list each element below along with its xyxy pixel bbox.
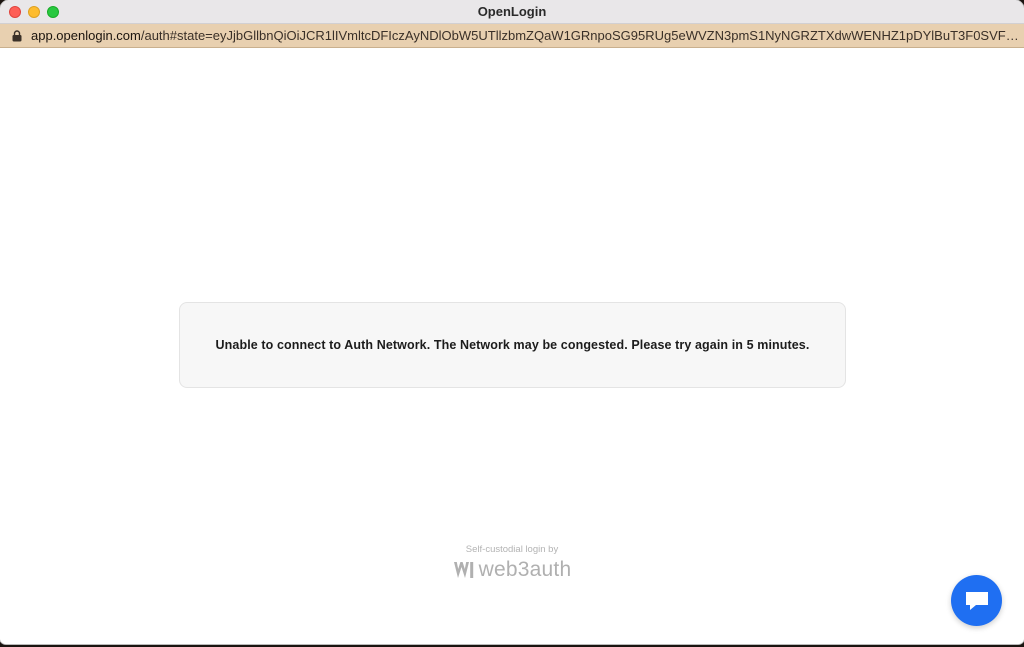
web3auth-logo-icon (453, 562, 473, 578)
browser-window: OpenLogin app.openlogin.com/auth#state=e… (0, 0, 1024, 644)
url-host: app.openlogin.com (31, 28, 141, 43)
page-content: Unable to connect to Auth Network. The N… (0, 48, 1024, 644)
web3auth-brand[interactable]: web3auth (453, 558, 572, 582)
window-title: OpenLogin (477, 4, 547, 19)
brand-name: web3auth (478, 558, 572, 581)
url-text[interactable]: app.openlogin.com/auth#state=eyJjbGllbnQ… (31, 28, 1024, 43)
error-message: Unable to connect to Auth Network. The N… (215, 338, 810, 352)
title-bar: OpenLogin (0, 0, 1024, 24)
chat-support-button[interactable] (951, 575, 1002, 626)
lock-icon (12, 29, 22, 41)
chat-icon (965, 591, 988, 610)
url-path: /auth#state=eyJjbGllbnQiOiJCR1lIVmltcDFI… (140, 28, 1024, 43)
footer-caption: Self-custodial login by (465, 544, 559, 555)
error-panel: Unable to connect to Auth Network. The N… (179, 302, 846, 388)
address-bar[interactable]: app.openlogin.com/auth#state=eyJjbGllbnQ… (0, 24, 1024, 48)
powered-by-footer: Self-custodial login by web3auth (0, 544, 1024, 584)
